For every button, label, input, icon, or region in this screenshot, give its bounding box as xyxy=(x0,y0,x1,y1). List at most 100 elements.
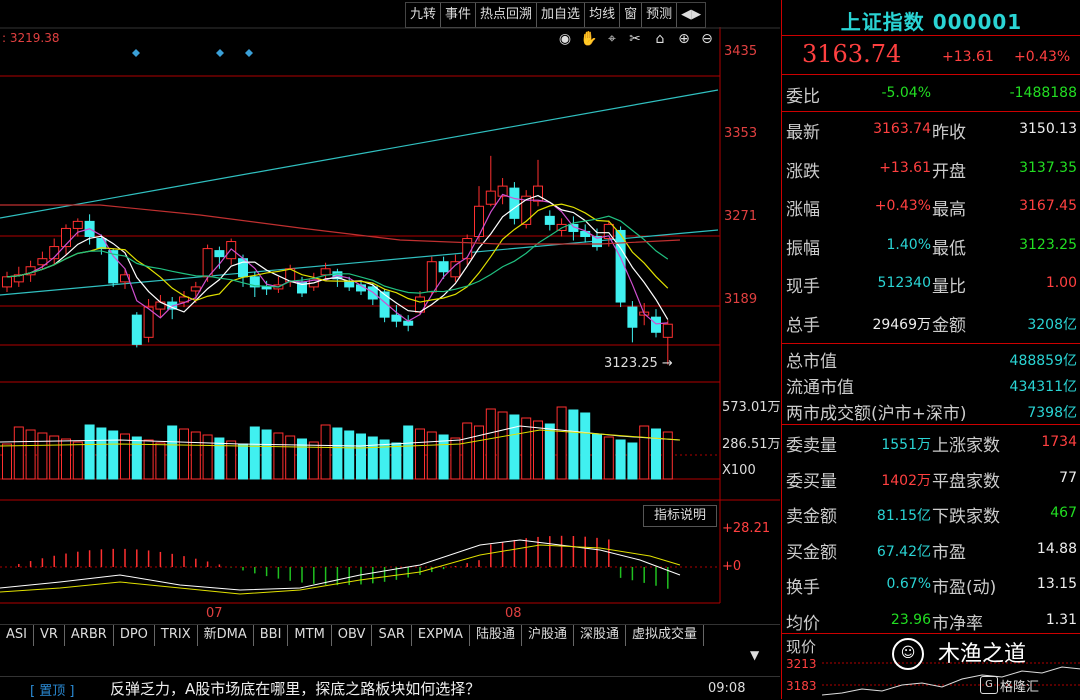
indicator-tab[interactable]: MTM xyxy=(288,625,332,646)
market-row: 总市值 488859亿 xyxy=(782,346,1080,372)
quote-value: 14.88 xyxy=(1036,540,1077,557)
indicator-tab[interactable]: 陆股通 xyxy=(470,625,522,646)
price-axis-label: 3353 xyxy=(724,126,757,141)
scroll-down-icon[interactable]: ▼ xyxy=(750,648,764,662)
index-change: +13.61 xyxy=(942,49,994,65)
volume-bar xyxy=(49,435,60,480)
quote-label: 量比 xyxy=(932,277,966,297)
moving-average-line xyxy=(6,194,669,320)
candle-body xyxy=(261,286,272,290)
volume-bar xyxy=(96,427,107,480)
add-favorite-button[interactable]: 加自选 xyxy=(537,3,586,27)
market-row: 两市成交额(沪市+深市) 7398亿 xyxy=(782,398,1080,424)
volume-bar xyxy=(131,436,142,480)
volume-bar xyxy=(13,426,24,480)
indicator-tab[interactable]: ARBR xyxy=(65,625,114,646)
quote-value: 3123.25 xyxy=(1019,236,1077,253)
quote-label: 卖金额 xyxy=(786,507,837,527)
indicator-tab[interactable]: VR xyxy=(34,625,65,646)
quote-row: 最新 3163.74 昨收 3150.13 xyxy=(782,114,1080,144)
candle-body xyxy=(131,314,142,345)
indicator-tab[interactable]: 深股通 xyxy=(574,625,626,646)
market-value: 488859亿 xyxy=(1009,353,1077,369)
moving-average-line xyxy=(6,193,668,325)
indicator-tab[interactable]: ASI xyxy=(0,625,34,646)
event-marker xyxy=(132,49,140,57)
volume-axis-label: 286.51万 xyxy=(722,437,780,452)
quote-row: 涨幅 +0.43% 最高 3167.45 xyxy=(782,191,1080,221)
quote-label: 买金额 xyxy=(786,542,837,563)
draw-icon[interactable]: ⌂ xyxy=(651,30,669,48)
quote-value: 29469万 xyxy=(872,316,931,333)
candle-body xyxy=(391,314,402,322)
hotspot-replay-button[interactable]: 热点回溯 xyxy=(476,3,538,27)
volume-bar xyxy=(485,408,496,480)
volume-axis-label: X100 xyxy=(722,463,756,478)
scissors-icon[interactable]: ✂ xyxy=(626,30,644,48)
candle-body xyxy=(533,185,543,202)
quote-value: 0.67% xyxy=(886,576,931,592)
indicator-tab[interactable]: TRIX xyxy=(155,625,198,646)
quote-row: 总手 29469万 金额 3208亿 xyxy=(782,307,1080,337)
quote-label: 最高 xyxy=(932,200,966,220)
indicator-tab[interactable]: 新DMA xyxy=(198,625,254,646)
volume-bar xyxy=(167,425,178,480)
candle-body xyxy=(190,286,201,292)
jiuzhuan-button[interactable]: 九转 xyxy=(406,3,442,27)
window-button[interactable]: 窗 xyxy=(620,3,643,27)
candle-body xyxy=(426,261,437,293)
hand-icon[interactable]: ✋ xyxy=(580,30,598,48)
volume-bar xyxy=(190,431,201,480)
mini-axis-top: 3213 xyxy=(786,657,817,671)
indicator-tab[interactable]: OBV xyxy=(332,625,373,646)
zoom-in-icon[interactable]: ⊕ xyxy=(675,30,693,48)
quote-label: 最新 xyxy=(786,123,820,143)
quote-label: 委买量 xyxy=(786,471,837,492)
quote-label: 市盈(动) xyxy=(932,578,997,598)
quote-value: 67.42亿 xyxy=(876,543,931,560)
news-bar[interactable]: [ 置顶 ] 反弹乏力，A股市场底在哪里，探底之路板块如何选择？ 09:08 xyxy=(0,676,780,700)
chart-toolbar: 九转 事件 热点回溯 加自选 均线 窗 预测 ◀▶ xyxy=(405,2,707,28)
forecast-button[interactable]: 预测 xyxy=(642,3,678,27)
quote-label: 平盘家数 xyxy=(932,471,1000,492)
quote-label: 市盈 xyxy=(932,542,966,563)
events-button[interactable]: 事件 xyxy=(441,3,477,27)
quote-value: 1.31 xyxy=(1045,611,1077,628)
quote-row: 均价 23.96 市净率 1.31 xyxy=(782,605,1080,635)
indicator-explain-button[interactable]: 指标说明 xyxy=(643,505,717,527)
volume-bar xyxy=(238,443,248,480)
indicator-tab[interactable]: BBI xyxy=(254,625,289,646)
candle-body xyxy=(72,220,83,229)
weibi-row: 委比 -5.04% -1488188 xyxy=(782,78,1080,108)
quote-label: 涨幅 xyxy=(786,200,820,220)
indicator-tab[interactable]: DPO xyxy=(114,625,155,646)
indicator-tab[interactable]: SAR xyxy=(372,625,412,646)
index-title: 上证指数 000001 xyxy=(840,10,1023,34)
volume-bar xyxy=(580,412,591,480)
volume-bar xyxy=(261,429,272,480)
indicator-tab[interactable]: EXPMA xyxy=(412,625,470,646)
volume-bar xyxy=(108,430,119,480)
weibi-label: 委比 xyxy=(786,87,820,107)
volume-bar xyxy=(403,425,414,480)
volume-bar xyxy=(273,432,284,480)
zoom-out-icon[interactable]: ⊖ xyxy=(698,30,716,48)
moving-average-button[interactable]: 均线 xyxy=(585,3,621,27)
volume-bar xyxy=(603,436,614,480)
quote-value: 3167.45 xyxy=(1019,198,1077,214)
eye-icon[interactable]: ◉ xyxy=(556,30,574,48)
indicator-tab[interactable]: 沪股通 xyxy=(522,625,574,646)
kline-chart[interactable]: 3435 3353 3271 3189: 3219.38 3123.25 → 573.01… xyxy=(0,0,780,624)
quote-value: 3208亿 xyxy=(1027,316,1077,333)
candle-body xyxy=(214,250,225,258)
indicator-tab[interactable]: 虚拟成交量 xyxy=(626,625,705,646)
crosshair-icon[interactable]: ⌖ xyxy=(603,30,621,48)
quote-label: 振幅 xyxy=(786,238,820,259)
toggle-panel-icon[interactable]: ◀▶ xyxy=(677,3,705,27)
candle-body xyxy=(509,187,520,219)
quote-value: +0.43% xyxy=(874,198,931,214)
quote-label: 涨跌 xyxy=(786,161,820,182)
quote-label: 昨收 xyxy=(932,123,966,143)
news-headline[interactable]: 反弹乏力，A股市场底在哪里，探底之路板块如何选择？ xyxy=(110,678,480,699)
top-left-value: : 3219.38 xyxy=(2,31,59,45)
